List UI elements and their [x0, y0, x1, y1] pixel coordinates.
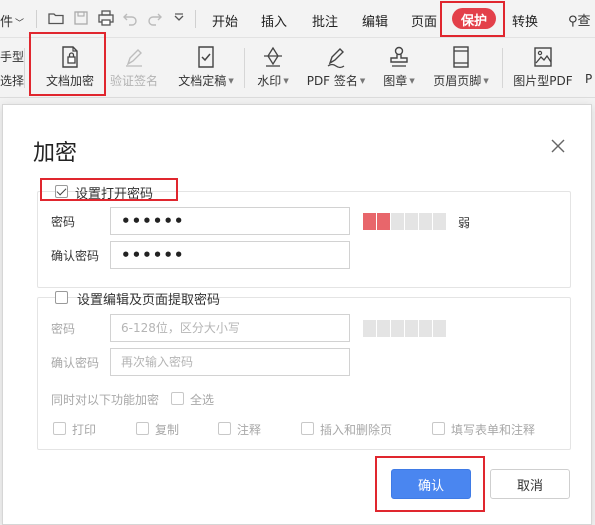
pdf-sign-label: PDF 签名 [306, 74, 358, 88]
select-all-checkbox[interactable] [171, 392, 184, 405]
password-strength-label: 弱 [458, 216, 471, 230]
password-input[interactable] [110, 207, 350, 235]
watermark-label: 水印 [257, 74, 282, 88]
open-password-group [37, 191, 571, 288]
edit-confirm-password-input[interactable] [110, 348, 350, 376]
quick-access-dropdown-icon[interactable] [172, 9, 186, 27]
password-strength-meter [363, 213, 446, 230]
search-label: 查 [577, 14, 591, 29]
file-menu[interactable]: 件 ﹀ [0, 11, 24, 30]
pdf-sign-icon [327, 48, 345, 69]
pdf-sign-button[interactable]: PDF 签名 ▼ [303, 38, 369, 98]
file-menu-label: 件 [0, 15, 14, 30]
caret-down-icon: ▼ [483, 77, 489, 85]
divider [244, 48, 245, 88]
watermark-icon [264, 46, 282, 67]
confirm-password-label: 确认密码 [51, 249, 100, 263]
header-footer-icon [453, 46, 469, 68]
document-finalize-label: 文档定稿 [178, 74, 227, 88]
image-pdf-label: 图片型PDF [513, 74, 573, 88]
feature-checkbox-annotate[interactable] [218, 422, 231, 435]
document-encrypt-label: 文档加密 [45, 74, 94, 88]
encrypt-dialog: 加密 设置打开密码 密码 弱 确认密码 设置编辑及页面提取密码 密码 确认密码 … [2, 104, 592, 525]
divider [36, 10, 37, 28]
stamp-icon [390, 46, 408, 67]
encrypt-features-label: 同时对以下功能加密 [51, 393, 160, 407]
ribbon-overflow-label[interactable]: P [585, 72, 592, 86]
print-icon[interactable] [97, 9, 115, 27]
pen-verify-icon [126, 49, 142, 67]
save-icon[interactable] [72, 9, 90, 27]
edit-password-checkbox-label: 设置编辑及页面提取密码 [77, 293, 221, 308]
search-icon: ⚲ [568, 14, 578, 29]
menu-bar: 件 ﹀ 开始 插入 批注 编辑 页面 保护 转换 ⚲查 [0, 0, 595, 38]
password-label: 密码 [51, 215, 76, 229]
watermark-button[interactable]: 水印 ▼ [252, 38, 294, 98]
tab-convert[interactable]: 转换 [512, 11, 538, 30]
dialog-title: 加密 [33, 141, 78, 166]
stamp-button[interactable]: 图章 ▼ [378, 38, 420, 98]
select-all-label: 全选 [190, 393, 215, 407]
close-icon[interactable] [547, 135, 569, 157]
image-pdf-button[interactable]: 图片型PDF [508, 38, 578, 98]
tab-protect[interactable]: 保护 [452, 8, 497, 29]
tab-home[interactable]: 开始 [212, 11, 238, 30]
caret-down-icon: ▼ [283, 77, 289, 85]
feature-checkbox-insert-delete[interactable] [301, 422, 314, 435]
caret-down-icon: ▼ [359, 77, 366, 85]
tab-insert[interactable]: 插入 [261, 11, 287, 30]
cancel-button[interactable]: 取消 [490, 469, 570, 499]
document-check-icon [198, 46, 214, 68]
feature-checkbox-copy[interactable] [136, 422, 149, 435]
feature-label-annotate: 注释 [237, 423, 262, 437]
feature-label-copy: 复制 [155, 423, 180, 437]
open-folder-icon[interactable] [47, 9, 65, 27]
feature-checkbox-fill-form[interactable] [432, 422, 445, 435]
divider [24, 48, 25, 88]
edit-password-checkbox[interactable] [55, 291, 68, 304]
hand-tool-label[interactable]: 手型 [0, 48, 24, 65]
edit-confirm-password-label: 确认密码 [51, 356, 100, 370]
document-lock-icon [62, 46, 78, 68]
feature-label-print: 打印 [72, 423, 97, 437]
edit-password-input[interactable] [110, 314, 350, 342]
confirm-password-input[interactable] [110, 241, 350, 269]
image-pdf-icon [534, 47, 552, 67]
divider [195, 10, 196, 28]
redo-icon[interactable] [146, 9, 164, 27]
confirm-button[interactable]: 确认 [391, 469, 471, 499]
header-footer-button[interactable]: 页眉页脚 ▼ [428, 38, 494, 98]
tab-page[interactable]: 页面 [411, 11, 437, 30]
divider [502, 48, 503, 88]
open-password-checkbox[interactable] [55, 185, 68, 198]
document-encrypt-button[interactable]: 文档加密 [36, 38, 104, 98]
caret-down-icon: ▼ [409, 77, 415, 85]
caret-down-icon: ▼ [228, 77, 234, 85]
edit-password-label: 密码 [51, 322, 76, 336]
chevron-down-icon: ﹀ [15, 19, 25, 29]
edit-password-strength-meter [363, 320, 446, 337]
search-button[interactable]: ⚲查 [568, 10, 591, 29]
header-footer-label: 页眉页脚 [433, 74, 482, 88]
feature-label-insert-delete: 插入和删除页 [320, 423, 393, 437]
tab-comment[interactable]: 批注 [312, 11, 338, 30]
verify-signature-label: 验证签名 [109, 74, 158, 88]
document-finalize-button[interactable]: 文档定稿 ▼ [174, 38, 238, 98]
select-tool-label[interactable]: 选择 [0, 72, 24, 89]
ribbon-toolbar: 手型 选择 文档加密 验证签名 文档定稿 ▼ 水印 ▼ PDF 签名 ▼ 图章 ▼ 页眉… [0, 38, 595, 98]
undo-icon[interactable] [121, 9, 139, 27]
verify-signature-button[interactable]: 验证签名 [106, 38, 162, 98]
feature-checkbox-print[interactable] [53, 422, 66, 435]
tab-edit[interactable]: 编辑 [362, 11, 388, 30]
feature-label-fill-form: 填写表单和注释 [451, 423, 536, 437]
open-password-checkbox-label: 设置打开密码 [75, 187, 154, 202]
stamp-label: 图章 [383, 74, 408, 88]
